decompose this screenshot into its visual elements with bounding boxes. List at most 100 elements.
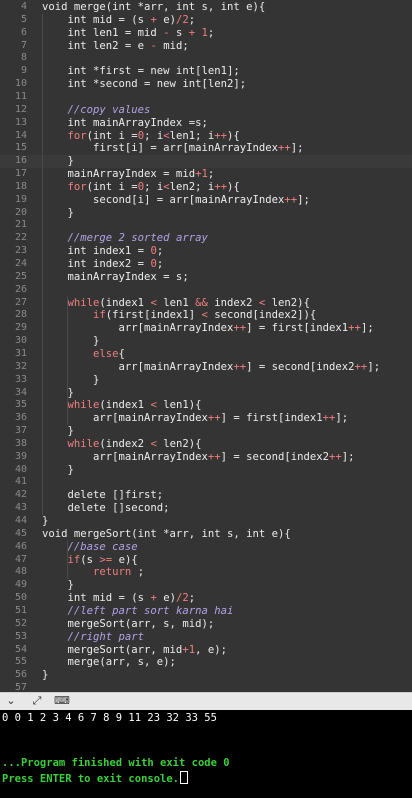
line-number: 17: [14, 168, 27, 180]
code-line[interactable]: 28 if(first[index1] < second[index2]){: [0, 309, 412, 322]
code-line[interactable]: 34 }: [0, 387, 412, 400]
code-line[interactable]: 5 int mid = (s + e)/2;: [0, 14, 412, 27]
code-line[interactable]: 13 int mainArrayIndex =s;: [0, 117, 412, 130]
chevron-down-icon[interactable]: ⌄: [4, 695, 18, 707]
code-text: mergeSort(arr, mid+1, e);: [42, 643, 228, 656]
code-line[interactable]: 20 }: [0, 207, 412, 220]
code-line[interactable]: 14 for(int i =0; i<len1; i++){: [0, 130, 412, 143]
line-number: 6: [20, 26, 27, 38]
code-line[interactable]: 35 while(index1 < len1){: [0, 399, 412, 412]
code-line[interactable]: 55 merge(arr, s, e);: [0, 656, 412, 669]
code-line[interactable]: 52 mergeSort(arr, s, mid);: [0, 618, 412, 631]
line-number: 9: [20, 65, 27, 77]
code-text: mainArrayIndex = mid+1;: [42, 168, 215, 181]
code-line[interactable]: 41: [0, 476, 412, 489]
code-line[interactable]: 24 int index2 = 0;: [0, 258, 412, 271]
exit-message: ...Program finished with exit code 0: [2, 757, 230, 769]
code-text: return ;: [93, 566, 145, 579]
code-editor[interactable]: 4 void merge(int *arr, int s, int e){5 in…: [0, 0, 412, 692]
code-line[interactable]: 46 //base case: [0, 541, 412, 554]
line-number: 29: [14, 322, 27, 334]
code-line[interactable]: 15 first[i] = arr[mainArrayIndex++];: [0, 142, 412, 155]
line-number: 24: [14, 258, 27, 269]
code-line[interactable]: 45 void mergeSort(int *arr, int s, int e)…: [0, 528, 412, 541]
code-line[interactable]: 43 delete []second;: [0, 502, 412, 515]
line-number: 49: [14, 579, 27, 591]
line-number: 57: [14, 682, 27, 692]
terminal-input-icon[interactable]: ⌨: [54, 695, 70, 707]
code-line[interactable]: 50 int mid = (s + e)/2;: [0, 592, 412, 605]
code-line[interactable]: 53 //right part: [0, 631, 412, 644]
code-line[interactable]: 21: [0, 219, 412, 232]
line-number: 35: [14, 399, 27, 411]
code-line[interactable]: 7 int len2 = e - mid;: [0, 40, 412, 53]
line-number: 15: [14, 142, 27, 154]
code-line[interactable]: 48 return ;: [0, 566, 412, 579]
code-line[interactable]: 30 }: [0, 335, 412, 348]
code-text: arr[mainArrayIndex++] = first[index1++];: [42, 322, 374, 335]
line-number: 33: [14, 373, 27, 385]
code-line[interactable]: 56}: [0, 669, 412, 682]
code-line[interactable]: 57: [0, 682, 412, 692]
code-text: while(index1 < len1 && index2 < len2){: [67, 296, 310, 309]
line-number: 14: [14, 129, 27, 141]
line-number: 16: [14, 155, 27, 167]
code-line[interactable]: 39 arr[mainArrayIndex++] = second[index2…: [0, 451, 412, 464]
code-text: arr[mainArrayIndex++] = first[index1++];: [42, 412, 349, 425]
code-line[interactable]: 29 arr[mainArrayIndex++] = first[index1+…: [0, 322, 412, 335]
line-number: 25: [14, 270, 27, 282]
code-text: }: [42, 463, 74, 476]
exit-prompt-text: Press ENTER to exit console.: [2, 773, 180, 785]
code-line[interactable]: 11: [0, 91, 412, 104]
code-line[interactable]: 27 while(index1 < len1 && index2 < len2)…: [0, 297, 412, 310]
line-number: 47: [14, 553, 27, 565]
code-line[interactable]: 17 mainArrayIndex = mid+1;: [0, 168, 412, 181]
code-line[interactable]: 9 int *first = new int[len1];: [0, 65, 412, 78]
line-number: 7: [20, 39, 27, 51]
code-line[interactable]: 42 delete []first;: [0, 489, 412, 502]
code-line[interactable]: 25 mainArrayIndex = s;: [0, 271, 412, 284]
line-number: 34: [14, 386, 27, 398]
line-number: 44: [14, 515, 27, 526]
line-number: 22: [14, 232, 27, 244]
code-line[interactable]: 49 }: [0, 579, 412, 592]
code-line[interactable]: 37 }: [0, 425, 412, 438]
code-line[interactable]: 44}: [0, 515, 412, 528]
code-line[interactable]: 12 //copy values: [0, 104, 412, 117]
code-line[interactable]: 8: [0, 52, 412, 65]
code-line[interactable]: 26: [0, 284, 412, 297]
code-text: int len1 = mid - s + 1;: [42, 26, 215, 39]
line-number: 8: [20, 52, 27, 64]
code-line[interactable]: 31 else{: [0, 348, 412, 361]
line-number: 36: [14, 412, 27, 424]
console-output[interactable]: 0 0 1 2 3 4 6 7 8 9 11 23 32 33 55 ...Pr…: [0, 710, 412, 798]
line-number: 26: [14, 283, 27, 295]
code-line[interactable]: 36 arr[mainArrayIndex++] = first[index1+…: [0, 412, 412, 425]
code-line[interactable]: 18 for(int i =0; i<len2; i++){: [0, 181, 412, 194]
code-text: for(int i =0; i<len2; i++){: [67, 180, 240, 193]
code-line[interactable]: 22 //merge 2 sorted array: [0, 232, 412, 245]
line-number: 27: [14, 296, 27, 308]
code-text: }: [42, 155, 74, 168]
code-line[interactable]: 54 mergeSort(arr, mid+1, e);: [0, 644, 412, 657]
code-line[interactable]: 40 }: [0, 464, 412, 477]
code-text: }: [42, 425, 74, 438]
code-line[interactable]: 23 int index1 = 0;: [0, 245, 412, 258]
code-text: if(s >= e){: [67, 553, 138, 566]
code-text: //left part sort karna hai: [67, 604, 234, 617]
code-line[interactable]: 38 while(index2 < len2){: [0, 438, 412, 451]
code-line[interactable]: 10 int *second = new int[len2];: [0, 78, 412, 91]
code-line[interactable]: 4 void merge(int *arr, int s, int e){: [0, 1, 412, 14]
line-number: 37: [14, 425, 27, 437]
code-line[interactable]: 19 second[i] = arr[mainArrayIndex++];: [0, 194, 412, 207]
code-line[interactable]: 47 if(s >= e){: [0, 554, 412, 567]
line-number: 23: [14, 245, 27, 257]
code-line[interactable]: 6 int len1 = mid - s + 1;: [0, 27, 412, 40]
line-number: 50: [14, 592, 27, 604]
code-line[interactable]: 33 }: [0, 374, 412, 387]
code-line[interactable]: 16 }: [0, 155, 412, 169]
expand-icon[interactable]: ⤢: [30, 695, 44, 707]
code-line[interactable]: 51 //left part sort karna hai: [0, 605, 412, 618]
code-text: merge(arr, s, e);: [42, 656, 176, 669]
code-line[interactable]: 32 arr[mainArrayIndex++] = second[index2…: [0, 361, 412, 374]
